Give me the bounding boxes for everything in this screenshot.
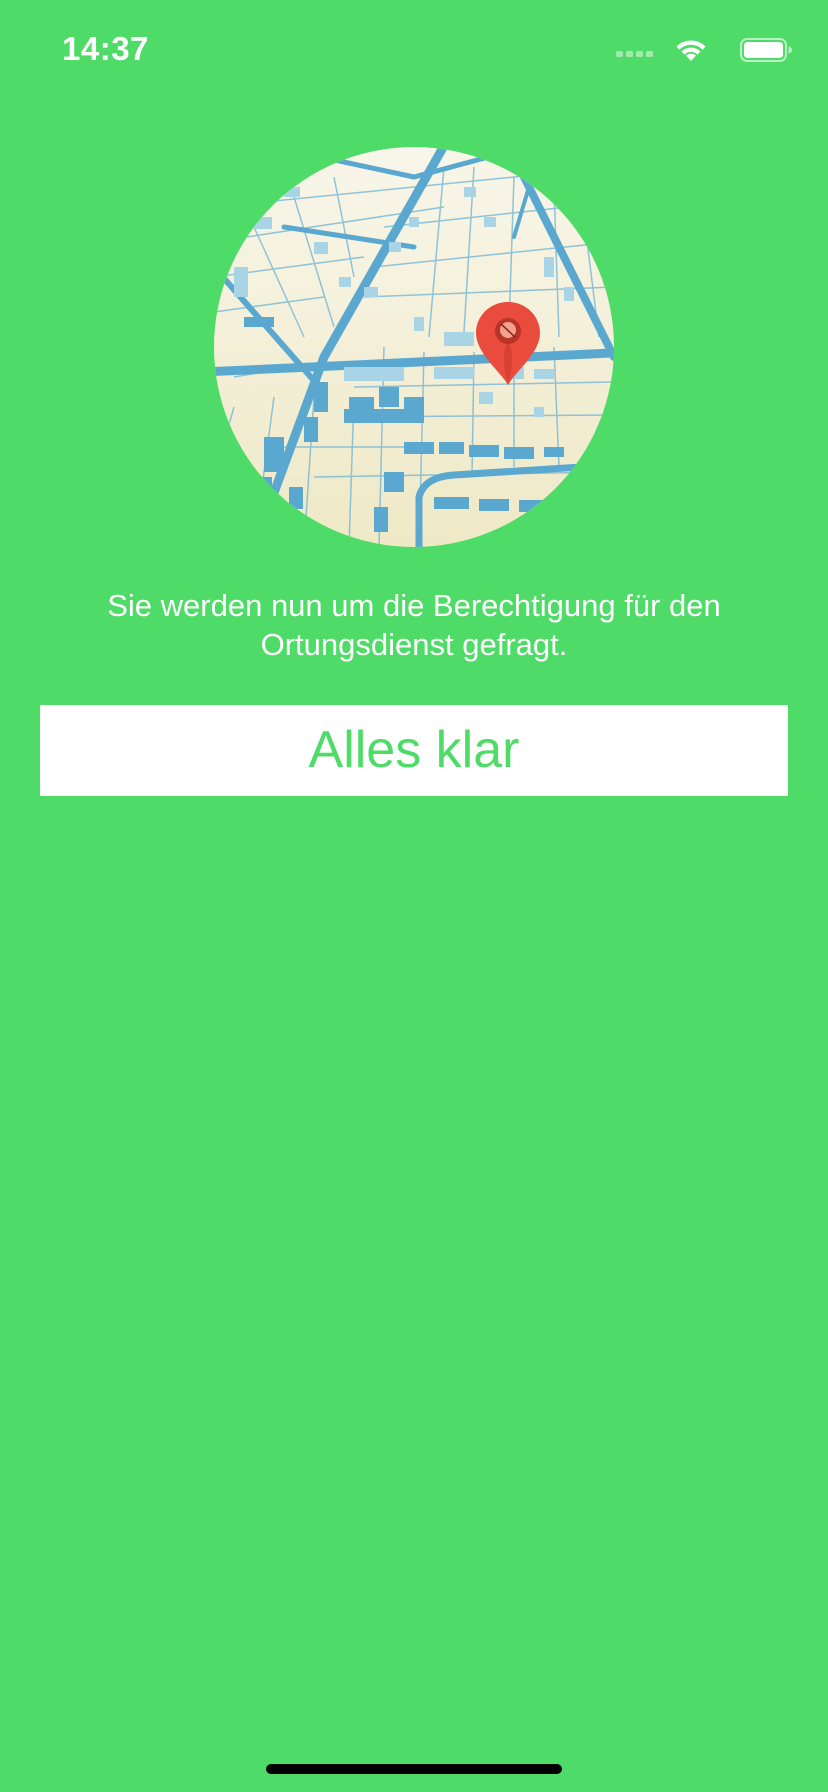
status-time: 14:37 xyxy=(62,30,149,67)
wifi-icon xyxy=(676,40,706,61)
confirm-button[interactable]: Alles klar xyxy=(40,705,788,796)
home-indicator[interactable] xyxy=(266,1764,562,1774)
cellular-signal-icon xyxy=(616,51,653,57)
status-bar: 14:37 xyxy=(0,0,828,100)
battery-icon xyxy=(740,38,792,62)
map-illustration xyxy=(214,147,614,547)
location-permission-message: Sie werden nun um die Berechtigung für d… xyxy=(107,588,721,662)
